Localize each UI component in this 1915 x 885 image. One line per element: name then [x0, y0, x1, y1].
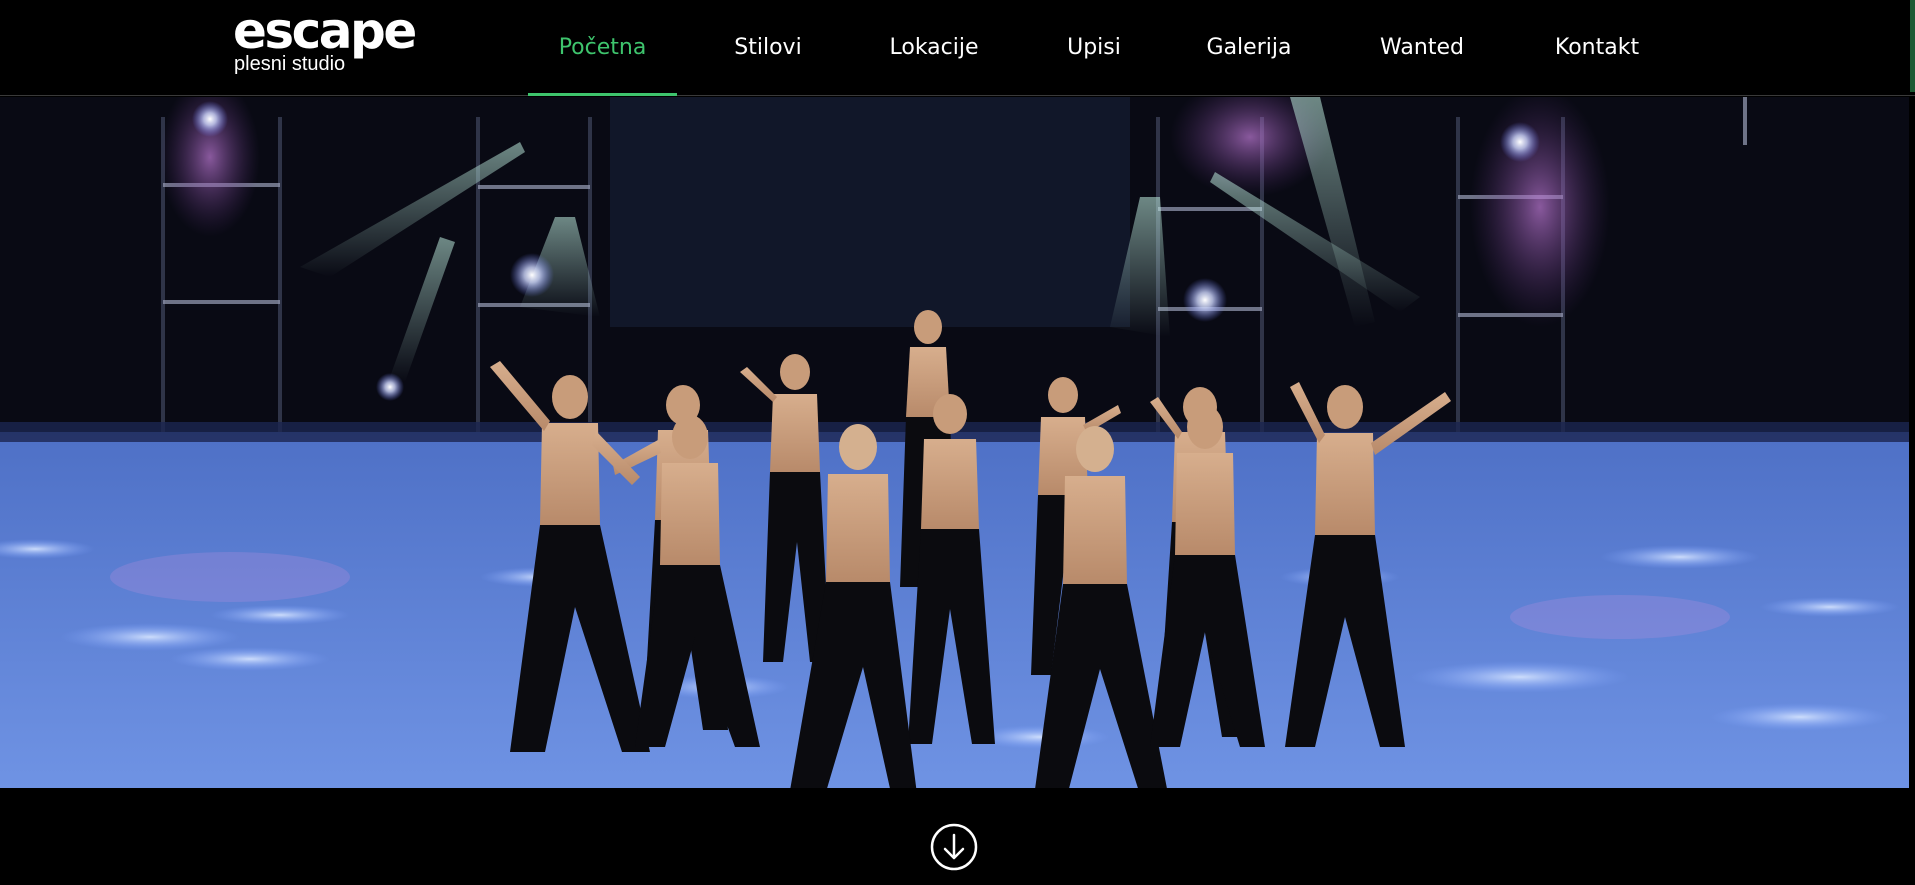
nav-item-pocetna[interactable]: Početna — [528, 0, 677, 96]
nav-item-upisi[interactable]: Upisi — [1049, 0, 1139, 96]
logo-link[interactable]: escape plesni studio — [233, 2, 417, 74]
site-header: escape plesni studio Početna Stilovi Lok… — [0, 0, 1915, 96]
arrow-down-circle-icon[interactable] — [930, 823, 978, 871]
hero-image — [0, 97, 1909, 788]
nav-item-wanted[interactable]: Wanted — [1368, 0, 1476, 96]
nav-item-galerija[interactable]: Galerija — [1193, 0, 1305, 96]
logo-wordmark: escape — [233, 2, 417, 60]
dance-stage-illustration — [0, 97, 1909, 788]
page: escape plesni studio Početna Stilovi Lok… — [0, 0, 1915, 885]
nav-item-kontakt[interactable]: Kontakt — [1540, 0, 1654, 96]
nav-item-stilovi[interactable]: Stilovi — [716, 0, 820, 96]
scrollbar-thumb[interactable] — [1910, 0, 1915, 92]
nav-item-lokacije[interactable]: Lokacije — [874, 0, 994, 96]
